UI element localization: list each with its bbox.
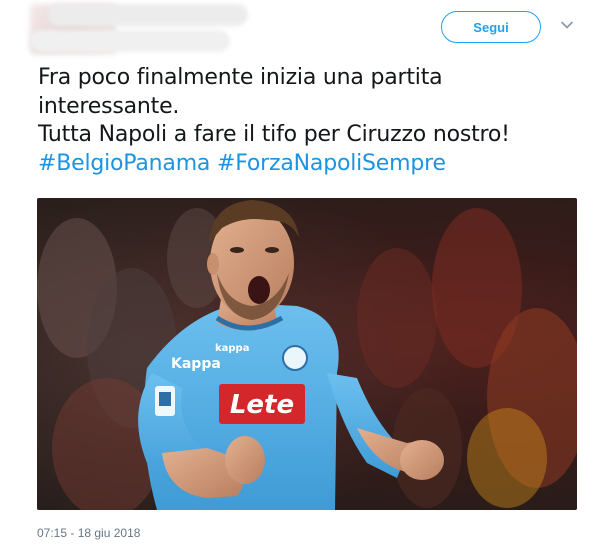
username-redacted[interactable]	[30, 30, 230, 52]
tweet-line: Tutta Napoli a fare il tifo per Ciruzzo …	[38, 122, 510, 147]
chevron-down-icon[interactable]	[560, 18, 574, 32]
tweet-text: Fra poco finalmente inizia una partita i…	[38, 64, 598, 178]
tweet-timestamp[interactable]: 07:15 - 18 giu 2018	[37, 526, 140, 540]
jersey-sponsor-text: Lete	[230, 390, 294, 420]
hashtag-link[interactable]: #BelgioPanama	[38, 151, 210, 176]
jersey-brand-small-text: kappa	[215, 343, 249, 354]
display-name-redacted[interactable]	[48, 4, 248, 26]
jersey-brand-text: Kappa	[171, 356, 221, 372]
follow-button[interactable]: Segui	[441, 11, 541, 43]
tweet-photo[interactable]: Lete Kappa kappa	[37, 198, 577, 510]
hashtag-link[interactable]: #ForzaNapoliSempre	[217, 151, 446, 176]
player-celebration-image: Lete Kappa kappa	[37, 198, 577, 510]
hashtag-line: #BelgioPanama #ForzaNapoliSempre	[38, 150, 598, 179]
tweet-line: interessante.	[38, 93, 180, 119]
tweet-line: Fra poco finalmente inizia una partita	[38, 65, 443, 90]
tweet-header: Segui	[0, 0, 610, 60]
